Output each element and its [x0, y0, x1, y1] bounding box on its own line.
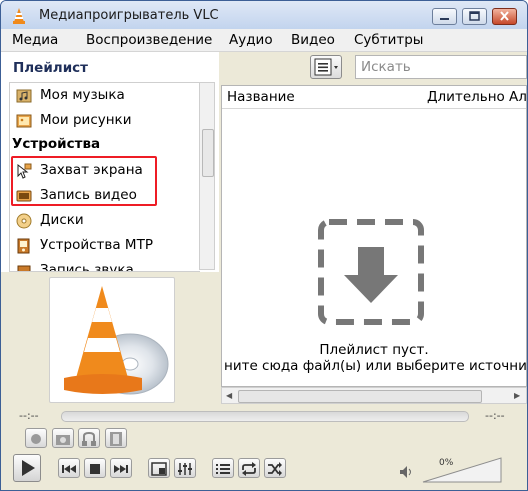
shuffle-button[interactable] [264, 458, 286, 478]
frame-step-button[interactable] [105, 428, 127, 448]
album-art [49, 277, 175, 403]
loop-ab-icon [82, 431, 96, 446]
loop-ab-button[interactable] [78, 428, 100, 448]
menu-media[interactable]: Медиа [12, 32, 58, 48]
column-header-duration[interactable]: Длительность [422, 86, 505, 109]
sidebar-item-label: Мои рисунки [40, 112, 132, 128]
next-button[interactable] [110, 458, 132, 478]
sidebar-item-label: Диски [40, 212, 84, 228]
playlist-view[interactable]: Название Длительность Альбом Плейлист пу… [221, 85, 527, 387]
playlist-toggle-button[interactable] [212, 458, 234, 478]
menu-bar: Медиа Воспроизведение Аудио Видео Субтит… [1, 29, 527, 52]
fullscreen-icon [151, 462, 167, 476]
fullscreen-button[interactable] [148, 458, 170, 478]
playlist-view-button[interactable] [310, 55, 342, 79]
menu-playback[interactable]: Воспроизведение [86, 32, 212, 48]
pictures-folder-icon [16, 114, 32, 128]
menu-audio[interactable]: Аудио [229, 32, 273, 48]
menu-subtitles[interactable]: Субтитры [354, 32, 423, 48]
scroll-right-icon[interactable]: ▶ [514, 391, 520, 400]
next-icon [114, 465, 128, 473]
sidebar-scroll-thumb[interactable] [202, 129, 214, 177]
play-button[interactable] [13, 454, 41, 482]
music-folder-icon [16, 89, 32, 103]
stop-button[interactable] [84, 458, 106, 478]
loop-button[interactable] [238, 458, 260, 478]
playlist-icon [216, 464, 230, 474]
previous-icon [62, 465, 76, 473]
search-placeholder: Искать [361, 59, 411, 75]
title-bar: Медиапроигрыватель VLC [1, 1, 527, 29]
column-header-album[interactable]: Альбом [504, 86, 526, 109]
audio-capture-icon [17, 265, 31, 271]
shuffle-icon [268, 462, 282, 476]
minimize-icon [440, 18, 449, 20]
disc-icon [16, 213, 32, 229]
playlist-hscroll-thumb[interactable] [238, 390, 482, 403]
maximize-icon [469, 11, 480, 21]
vlc-cone-icon [13, 8, 25, 24]
column-header-title[interactable]: Название [222, 86, 423, 109]
volume-percent: 0% [439, 458, 454, 468]
extended-settings-button[interactable] [174, 458, 196, 478]
empty-playlist-title: Плейлист пуст. [319, 342, 429, 358]
vlc-cone-disc-art [64, 286, 169, 395]
maximize-button[interactable] [462, 8, 487, 25]
close-icon [500, 11, 509, 21]
sidebar-item-label: Моя музыка [40, 87, 125, 103]
mtp-device-icon [17, 238, 30, 254]
loop-icon [242, 462, 256, 476]
seek-slider[interactable] [61, 411, 469, 422]
play-icon [22, 460, 35, 476]
sidebar-group-devices: Устройства [12, 136, 101, 152]
scroll-left-icon[interactable]: ◀ [226, 391, 232, 400]
record-icon [31, 434, 41, 444]
highlight-box [11, 156, 157, 206]
record-button[interactable] [25, 428, 47, 448]
volume-slider[interactable] [421, 457, 503, 483]
sidebar-item-label: Устройства MTP [40, 237, 153, 253]
elapsed-time: --:-- [19, 409, 39, 422]
remaining-time: --:-- [485, 409, 505, 422]
minimize-button[interactable] [432, 8, 457, 25]
menu-video[interactable]: Видео [291, 32, 335, 48]
equalizer-icon [178, 463, 192, 475]
drop-arrow-icon [318, 219, 424, 325]
sidebar-item-label: Запись звука [40, 262, 134, 272]
sidebar-header: Плейлист [13, 60, 88, 76]
sidebar-scrollbar[interactable] [199, 82, 215, 270]
snapshot-button[interactable] [52, 428, 74, 448]
camera-icon [56, 435, 70, 445]
close-button[interactable] [492, 8, 517, 25]
film-frame-icon [110, 432, 122, 446]
empty-playlist-hint: ните сюда файл(ы) или выберите источни [224, 358, 527, 374]
list-view-icon [314, 58, 338, 76]
previous-button[interactable] [58, 458, 80, 478]
window-title: Медиапроигрыватель VLC [39, 8, 219, 23]
stop-icon [90, 464, 100, 474]
search-input[interactable]: Искать [355, 55, 527, 79]
volume-icon[interactable] [399, 465, 413, 479]
vlc-window: Медиапроигрыватель VLC Медиа Воспроизвед… [0, 0, 528, 491]
playlist-hscrollbar[interactable]: ◀ ▶ [221, 387, 527, 404]
